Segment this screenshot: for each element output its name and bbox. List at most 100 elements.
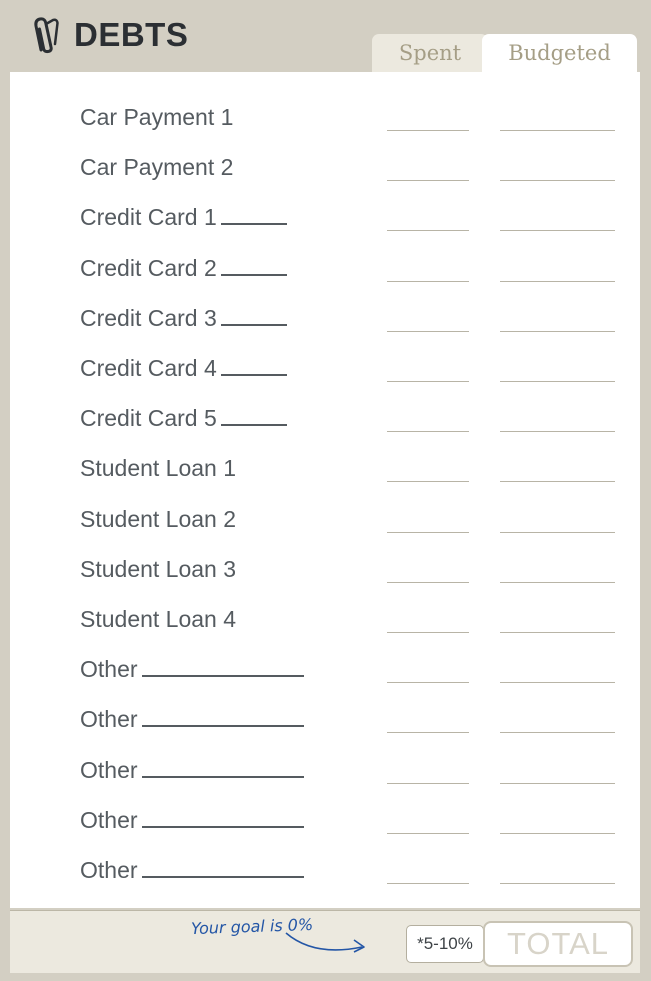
debt-row-label-text: Credit Card 3 (80, 304, 217, 331)
debt-row: Other (10, 704, 640, 754)
debt-row-label: Student Loan 4 (80, 604, 236, 634)
debt-row-label-text: Other (80, 857, 138, 883)
budgeted-field[interactable] (500, 230, 615, 232)
percent-range-badge: *5-10% (406, 925, 484, 963)
tab-budgeted[interactable]: Budgeted (482, 34, 637, 72)
debt-row-label-text: Car Payment 2 (80, 154, 234, 181)
budgeted-field[interactable] (500, 180, 615, 182)
spent-field[interactable] (387, 431, 469, 433)
budgeted-field[interactable] (500, 481, 615, 483)
debt-row: Credit Card 5 (10, 403, 640, 453)
debt-row: Credit Card 2 (10, 253, 640, 303)
name-fill-line[interactable] (141, 655, 304, 678)
name-fill-line[interactable] (220, 254, 287, 276)
debt-row: Car Payment 1 (10, 102, 640, 152)
debt-row: Student Loan 3 (10, 554, 640, 604)
budgeted-field[interactable] (500, 883, 615, 884)
spent-field[interactable] (387, 732, 469, 734)
paperclip-icon (34, 17, 59, 54)
debt-row-label: Other (80, 805, 304, 835)
debt-row-label-text: Student Loan 1 (80, 455, 237, 482)
spent-field[interactable] (387, 883, 469, 884)
spent-field[interactable] (387, 832, 469, 834)
debt-row-label-text: Credit Card 4 (80, 355, 217, 381)
budgeted-field[interactable] (500, 531, 615, 533)
debt-row: Student Loan 4 (10, 604, 640, 654)
debt-row-label-text: Credit Card 1 (80, 204, 217, 231)
debt-row-label: Other (80, 855, 304, 885)
budgeted-field[interactable] (500, 682, 615, 684)
debts-worksheet: DEBTS Spent Budgeted Car Payment 1 Car Pa… (0, 0, 651, 981)
spent-field[interactable] (387, 531, 469, 533)
debt-row-label: Credit Card 1 (80, 202, 287, 232)
debt-row-label: Credit Card 3 (80, 303, 287, 333)
name-fill-line[interactable] (141, 856, 304, 878)
debt-row-label-text: Car Payment 1 (80, 104, 234, 130)
section-title: DEBTS (74, 16, 189, 53)
debt-row-label: Student Loan 1 (80, 453, 236, 483)
debt-row: Other (10, 654, 640, 704)
debt-row-label-text: Student Loan 3 (80, 555, 237, 582)
spent-field[interactable] (387, 130, 469, 131)
budgeted-field[interactable] (500, 832, 615, 834)
spent-field[interactable] (387, 581, 469, 583)
debt-row: Credit Card 3 (10, 303, 640, 353)
budgeted-field[interactable] (500, 632, 615, 633)
debt-row-label: Student Loan 3 (80, 554, 236, 584)
debt-row-label-text: Other (80, 706, 138, 733)
debt-row: Other (10, 805, 640, 855)
debt-row: Credit Card 4 (10, 353, 640, 403)
name-fill-line[interactable] (141, 705, 304, 728)
name-fill-line[interactable] (220, 203, 287, 226)
budgeted-field[interactable] (500, 782, 615, 784)
budgeted-field[interactable] (500, 330, 615, 332)
debt-row-label-text: Student Loan 2 (80, 505, 237, 532)
debt-list: Car Payment 1 Car Payment 2 Credit Card 1 C… (10, 72, 640, 908)
spent-field[interactable] (387, 632, 469, 633)
debt-row-label: Car Payment 2 (80, 152, 233, 182)
debt-row: Car Payment 2 (10, 152, 640, 202)
debt-row-label: Other (80, 654, 304, 684)
debt-row-label: Car Payment 1 (80, 102, 233, 132)
spent-field[interactable] (387, 230, 469, 232)
spent-field[interactable] (387, 381, 469, 382)
arrow-icon (285, 932, 365, 953)
debt-row-label: Other (80, 704, 304, 734)
total-field[interactable]: TOTAL (483, 921, 633, 967)
debt-row-label: Credit Card 2 (80, 253, 287, 283)
spent-field[interactable] (387, 280, 469, 282)
name-fill-line[interactable] (220, 304, 287, 326)
spent-field[interactable] (387, 180, 469, 182)
debt-row: Credit Card 1 (10, 202, 640, 252)
budgeted-field[interactable] (500, 130, 615, 131)
spent-field[interactable] (387, 682, 469, 684)
budgeted-field[interactable] (500, 381, 615, 382)
spent-field[interactable] (387, 330, 469, 332)
budgeted-field[interactable] (500, 732, 615, 734)
debt-row-label-text: Other (80, 756, 138, 783)
debt-row: Student Loan 1 (10, 453, 640, 503)
debt-row: Other (10, 755, 640, 805)
debt-row-label: Credit Card 5 (80, 403, 287, 433)
name-fill-line[interactable] (141, 756, 304, 778)
spent-field[interactable] (387, 481, 469, 483)
debt-row-label-text: Credit Card 5 (80, 405, 217, 432)
debt-row-label-text: Other (80, 656, 138, 683)
debt-row-label-text: Other (80, 806, 138, 833)
debt-row-label-text: Student Loan 4 (80, 606, 237, 632)
debt-row: Student Loan 2 (10, 504, 640, 554)
spent-field[interactable] (387, 782, 469, 784)
name-fill-line[interactable] (220, 354, 287, 376)
debt-row-label-text: Credit Card 2 (80, 254, 217, 281)
budgeted-field[interactable] (500, 280, 615, 282)
name-fill-line[interactable] (141, 806, 304, 828)
debt-row-label: Student Loan 2 (80, 504, 236, 534)
budgeted-field[interactable] (500, 581, 615, 583)
tab-spent[interactable]: Spent (372, 34, 488, 72)
budgeted-field[interactable] (500, 431, 615, 433)
debt-row: Other (10, 855, 640, 905)
debt-row-label: Credit Card 4 (80, 353, 287, 383)
name-fill-line[interactable] (220, 404, 287, 427)
section-header: DEBTS Spent Budgeted (10, 0, 640, 72)
debt-row-label: Other (80, 755, 304, 785)
